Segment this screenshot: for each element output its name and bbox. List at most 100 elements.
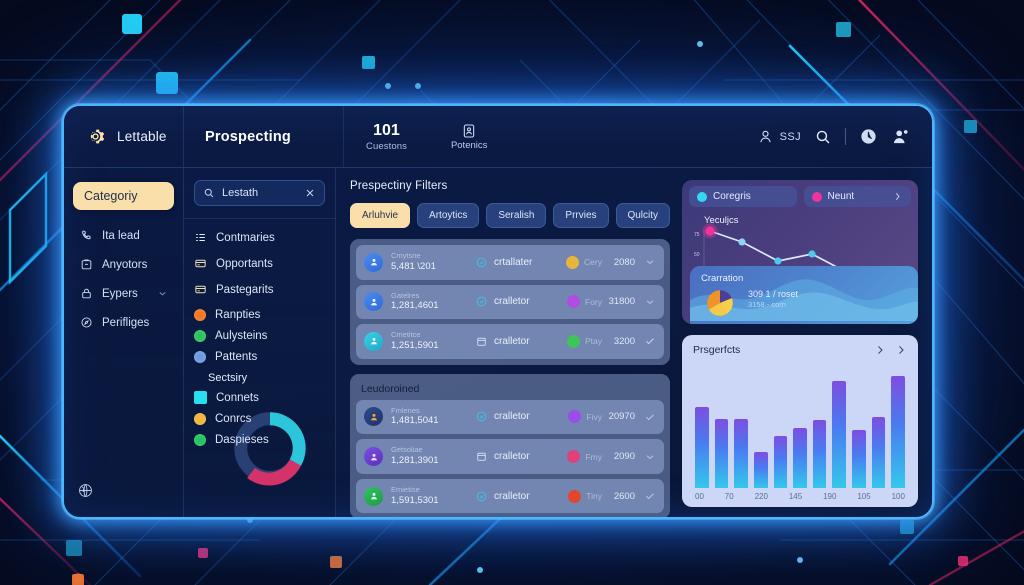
sidebar-item-perifliges[interactable]: Perifliges [73, 310, 174, 335]
nav-item-daspieses[interactable]: Daspieses [194, 434, 325, 446]
main-content: Prespectiny Filters Arluhvie Artoytics S… [336, 168, 682, 517]
search-input[interactable]: Lestath [194, 180, 325, 206]
badge-dot-icon [566, 255, 580, 269]
chevron-down-icon[interactable] [644, 256, 656, 268]
status-dot-icon [194, 330, 206, 342]
table-row[interactable]: Emietise 1,591,5301 cralletor Tiny 2600 [356, 478, 664, 514]
badge-number: 3200 [613, 335, 635, 347]
nav-item-aulysteins[interactable]: Aulysteins [194, 330, 325, 342]
legend-dot-icon [811, 191, 822, 202]
account-button[interactable]: SSJ [757, 128, 801, 145]
row-subtitle: Emietise [391, 484, 420, 494]
nav-item-label: Opportants [216, 257, 273, 270]
chevron-down-icon[interactable] [644, 451, 656, 463]
filter-pill-prrvies[interactable]: Prrvies [553, 203, 609, 228]
badge-dot-icon [568, 489, 582, 503]
table-row[interactable]: Cmetitce 1,251,5901 cralletor Ptay 3200 [356, 324, 664, 359]
table-row[interactable]: Gatelres 1,281,4601 cralletor Fory 31800 [356, 284, 664, 320]
table-row[interactable]: Cmytsne 5,481 \201 crtallater Cery 2080 [356, 245, 664, 280]
sidebar-item-ita-lead[interactable]: Ita lead [73, 223, 174, 248]
check-icon[interactable] [644, 411, 656, 423]
chevron-right-icon[interactable] [874, 344, 886, 356]
badge-dot-icon [567, 295, 580, 309]
badge-number: 2090 [613, 451, 635, 463]
badge-label: Fory [585, 296, 602, 307]
chevron-right-icon[interactable] [895, 344, 907, 356]
profile-button[interactable] [891, 127, 910, 146]
document-icon [463, 123, 475, 138]
nav-item-connets[interactable]: Connets [194, 391, 325, 404]
row-subtitle: Gatelres [391, 290, 420, 300]
row-value: 1,591,5301 [391, 494, 439, 506]
tab-coregris[interactable]: Coregris [689, 186, 797, 207]
user-outline-icon [759, 130, 771, 143]
stat-label: Cuestons [366, 140, 407, 152]
filter-pill-qulcity[interactable]: Qulcity [615, 203, 670, 228]
chevron-down-icon[interactable] [644, 296, 656, 308]
nav-item-conrcs[interactable]: Conrcs [194, 413, 325, 425]
axis-tick-label: 70 [724, 492, 734, 501]
topbar-actions: SSJ [757, 127, 932, 146]
sidebar-footer [73, 482, 174, 517]
avatar [364, 486, 383, 506]
row-text: Emietise 1,591,5301 [391, 485, 475, 508]
bar-chart-bars [693, 358, 907, 488]
nav-column: Lestath Contmaries Opportants Pastegarit… [184, 168, 336, 517]
bar-chart-header: Prsgerfcts [693, 344, 907, 356]
filter-pills: Arluhvie Artoytics Seralish Prrvies Qulc… [350, 203, 670, 228]
refresh-icon [476, 257, 487, 268]
nav-item-contmaries[interactable]: Contmaries [194, 231, 325, 244]
filter-pill-arluhvie[interactable]: Arluhvie [350, 203, 411, 228]
page-title: Prospecting [184, 106, 344, 167]
nav-item-pattents[interactable]: Pattents [194, 351, 325, 363]
row-middle-label: cralletor [494, 451, 530, 463]
sidebar-item-anyotors[interactable]: Anyotors [73, 252, 174, 277]
filter-pill-seralish[interactable]: Seralish [486, 203, 547, 228]
nav-item-ranpties[interactable]: Ranpties [194, 309, 325, 321]
nav-item-opportants[interactable]: Opportants [194, 257, 325, 270]
person-icon [370, 492, 377, 500]
notifications-button[interactable] [859, 127, 878, 146]
status-dot-icon [194, 351, 206, 363]
briefcase-icon [81, 259, 92, 270]
sidebar-item-eypers[interactable]: Eypers [73, 281, 174, 306]
bar-chart-card: Prsgerfcts 00 70 220 145 190 105 100 [682, 335, 918, 507]
nav-item-pastegarits[interactable]: Pastegarits [194, 283, 325, 296]
sidebar-category-pill[interactable]: Categoriy [73, 182, 174, 210]
close-icon[interactable] [304, 187, 316, 199]
card-icon [195, 285, 206, 294]
refresh-icon [476, 491, 487, 501]
axis-tick-label: 00 [695, 492, 704, 501]
nav-item-label: Contmaries [216, 231, 275, 244]
row-text: Gatelres 1,281,4601 [391, 291, 475, 314]
row-text: Fmlenes 1,481,5041 [391, 406, 475, 429]
bar [871, 416, 886, 488]
stat-potenics[interactable]: Potenics [429, 123, 509, 151]
row-value: 5,481 \201 [391, 260, 436, 272]
svg-text:75: 75 [694, 232, 700, 238]
axis-tick-label: 190 [823, 492, 837, 501]
globe-icon[interactable] [77, 482, 94, 499]
chart-tabs: Coregris Neunt [682, 180, 918, 207]
status-dot-icon [194, 434, 206, 446]
check-icon[interactable] [644, 490, 656, 502]
chevron-right-icon[interactable] [892, 191, 903, 202]
tab-neunt[interactable]: Neunt [803, 186, 911, 207]
list-icon [196, 234, 205, 241]
pie-chart-stats: 309 1 / roset 3158 - corn [748, 288, 798, 310]
status-dot-icon [194, 413, 206, 425]
filter-pill-artoytics[interactable]: Artoytics [417, 203, 480, 228]
tab-label: Coregris [713, 191, 751, 202]
check-icon[interactable] [644, 335, 656, 347]
table-row[interactable]: Fmlenes 1,481,5041 cralletor Fivy 20970 [356, 399, 664, 435]
brand[interactable]: Lettable [64, 106, 184, 167]
person-icon [370, 453, 377, 460]
status-badge: Fory 31800 [567, 295, 635, 309]
status-badge: Fmy 2090 [567, 450, 635, 464]
table-row[interactable]: Getsoliae 1,281,3901 cralletor Fmy 2090 [356, 439, 664, 474]
search-button[interactable] [814, 128, 832, 146]
nav-item-label: Daspieses [215, 434, 269, 446]
row-text: Getsoliae 1,281,3901 [391, 445, 475, 468]
group-header: Leudoroined [361, 382, 420, 395]
pie-chart [707, 290, 733, 316]
